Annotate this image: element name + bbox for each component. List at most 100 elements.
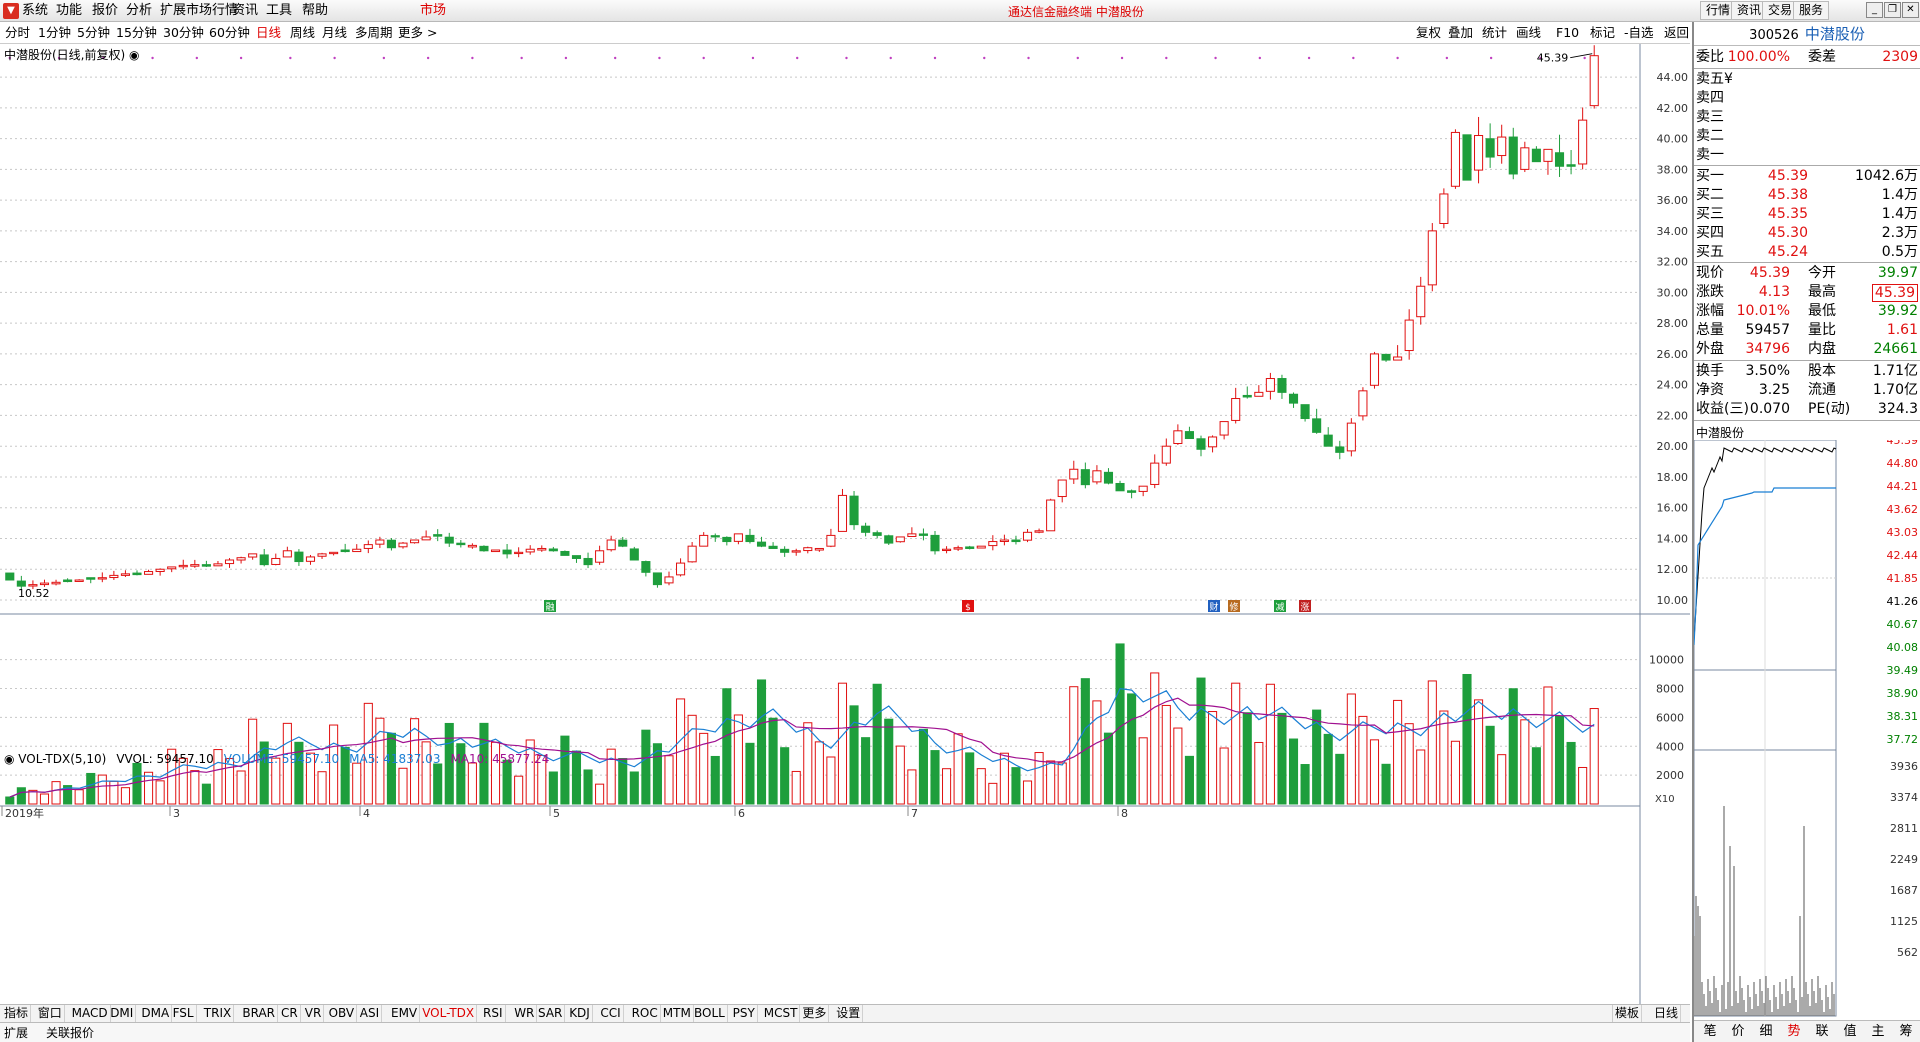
menu-item-6[interactable]: 工具 xyxy=(266,3,292,19)
event-marker[interactable]: 涨 xyxy=(1299,600,1311,613)
candle[interactable] xyxy=(629,546,639,561)
candle[interactable] xyxy=(895,536,905,543)
volume-bar[interactable] xyxy=(1450,740,1460,805)
volume-bar[interactable] xyxy=(1462,673,1472,805)
volume-bar[interactable] xyxy=(1196,677,1206,805)
volume-bar[interactable] xyxy=(201,783,211,805)
indicator-tab-11[interactable]: ASI xyxy=(358,1005,383,1022)
toolbar-right-5[interactable]: 标记 xyxy=(1590,25,1615,41)
menu-item-5[interactable]: 资讯 xyxy=(232,3,258,19)
volume-bar[interactable] xyxy=(1393,699,1403,805)
volume-bar[interactable] xyxy=(51,781,61,805)
info-dot[interactable] xyxy=(1445,56,1449,60)
volume-bar[interactable] xyxy=(1219,747,1229,805)
period-tab-10[interactable]: 更多 > xyxy=(398,25,437,41)
event-marker[interactable]: 修 xyxy=(1228,600,1240,613)
volume-bar[interactable] xyxy=(826,756,836,805)
indicator-tab-21[interactable]: BOLL xyxy=(692,1005,728,1022)
volume-bar[interactable] xyxy=(144,771,154,805)
vol-indicator-name[interactable]: ◉ VOL-TDX(5,10) xyxy=(4,752,106,766)
menu-item-3[interactable]: 分析 xyxy=(126,3,152,19)
right-tab-4[interactable]: 联 xyxy=(1808,1023,1836,1041)
info-dot[interactable] xyxy=(889,56,892,60)
volume-bar[interactable] xyxy=(120,787,130,805)
volume-bar[interactable] xyxy=(733,714,743,805)
right-tab-2[interactable]: 细 xyxy=(1752,1023,1780,1041)
info-dot[interactable] xyxy=(1352,56,1355,60)
info-dot[interactable] xyxy=(845,56,848,60)
candle[interactable] xyxy=(884,534,894,546)
volume-bar[interactable] xyxy=(1589,708,1599,805)
candle[interactable] xyxy=(560,550,570,556)
toolbar-right-3[interactable]: 画线 xyxy=(1516,25,1541,41)
volume-bar[interactable] xyxy=(1427,680,1437,805)
right-tab-5[interactable]: 值 xyxy=(1836,1023,1864,1041)
volume-bar[interactable] xyxy=(1288,738,1299,805)
candle[interactable] xyxy=(1462,134,1472,181)
volume-bar[interactable] xyxy=(1416,749,1426,805)
volume-bar[interactable] xyxy=(756,679,767,805)
volume-bar[interactable] xyxy=(1300,764,1310,805)
toolbar-right-6[interactable]: -自选 xyxy=(1624,25,1654,41)
volume-bar[interactable] xyxy=(190,770,200,805)
volume-bar[interactable] xyxy=(1404,723,1414,805)
right-tab-0[interactable]: 笔 xyxy=(1696,1023,1724,1041)
volume-bar[interactable] xyxy=(236,770,246,805)
info-dot[interactable] xyxy=(471,56,474,60)
volume-bar[interactable] xyxy=(1150,672,1160,805)
volume-bar[interactable] xyxy=(1508,688,1518,805)
period-tab-7[interactable]: 周线 xyxy=(290,25,315,41)
volume-bar[interactable] xyxy=(953,733,963,805)
indicator-tab-3[interactable]: DMI xyxy=(108,1005,137,1022)
info-dot[interactable] xyxy=(289,56,292,60)
volume-bar[interactable] xyxy=(803,722,813,805)
period-tab-6[interactable]: 日线 xyxy=(256,25,281,41)
info-dot[interactable] xyxy=(1027,56,1030,60)
volume-bar[interactable] xyxy=(884,718,894,805)
info-dot[interactable] xyxy=(520,56,523,60)
volume-bar[interactable] xyxy=(965,752,975,805)
candle[interactable] xyxy=(1046,498,1056,532)
info-dot[interactable] xyxy=(564,56,568,60)
volume-bar[interactable] xyxy=(1022,780,1033,805)
candle[interactable] xyxy=(490,549,501,553)
info-dot[interactable] xyxy=(1307,56,1311,60)
volume-bar[interactable] xyxy=(930,750,940,805)
indicator-tab-23[interactable]: MCST xyxy=(762,1005,801,1022)
volume-bar[interactable] xyxy=(976,768,986,805)
volume-bar[interactable] xyxy=(988,782,998,805)
volume-bar[interactable] xyxy=(1265,683,1275,805)
candle[interactable] xyxy=(410,539,420,544)
volume-bar[interactable] xyxy=(1254,741,1264,805)
volume-bar[interactable] xyxy=(1011,767,1021,805)
volume-bar[interactable] xyxy=(1208,711,1218,805)
info-dot[interactable] xyxy=(1076,56,1079,60)
info-dot[interactable] xyxy=(195,56,199,60)
info-dot[interactable] xyxy=(933,56,937,60)
volume-bar[interactable] xyxy=(433,763,443,805)
period-tab-4[interactable]: 30分钟 xyxy=(163,25,204,41)
indicator-tab-25[interactable]: 设置 xyxy=(834,1005,864,1022)
period-tab-5[interactable]: 60分钟 xyxy=(209,25,250,41)
volume-bar[interactable] xyxy=(1184,755,1194,805)
info-dot[interactable] xyxy=(1396,56,1399,60)
volume-bar[interactable] xyxy=(1057,762,1067,805)
indicator-tab-14[interactable]: RSI xyxy=(481,1005,506,1022)
indicator-tab-18[interactable]: CCI xyxy=(598,1005,624,1022)
toolbar-right-4[interactable]: F10 xyxy=(1556,25,1579,41)
volume-bar[interactable] xyxy=(664,755,674,805)
top-button-3[interactable]: 服务 xyxy=(1793,1,1830,20)
volume-bar[interactable] xyxy=(16,787,26,805)
menu-item-1[interactable]: 功能 xyxy=(56,3,82,19)
volume-bar[interactable] xyxy=(502,759,512,805)
volume-bar[interactable] xyxy=(560,735,570,805)
volume-bar[interactable] xyxy=(814,741,824,805)
candle[interactable] xyxy=(1369,351,1380,389)
volume-bar[interactable] xyxy=(1346,693,1356,805)
indicator-tab-22[interactable]: PSY xyxy=(731,1005,758,1022)
menu-item-2[interactable]: 报价 xyxy=(92,3,118,19)
volume-bar[interactable] xyxy=(722,688,732,805)
volume-bar[interactable] xyxy=(641,729,651,805)
info-dot[interactable] xyxy=(239,56,243,60)
indicator-tab-8[interactable]: CR xyxy=(279,1005,301,1022)
